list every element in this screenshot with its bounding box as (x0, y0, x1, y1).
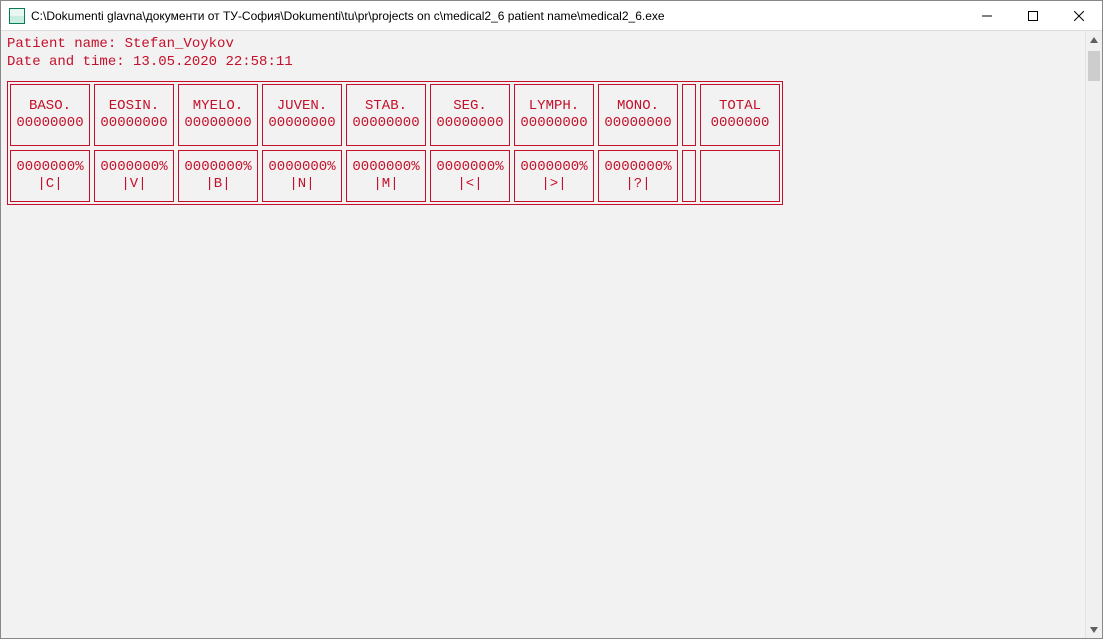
cell-label: JUVEN. (277, 98, 327, 116)
cell-count: 00000000 (604, 115, 671, 133)
cell-percent: 0000000% (604, 159, 671, 177)
datetime-label: Date and time: (7, 54, 133, 70)
cell-label: SEG. (453, 98, 487, 116)
cell-label: MYELO. (193, 98, 243, 116)
cell-percent: 0000000% (436, 159, 503, 177)
window-title: C:\Dokumenti glavna\документи от ТУ-Софи… (31, 9, 964, 23)
table-row-keys: 0000000%|C|0000000%|V|0000000%|B|0000000… (8, 148, 782, 204)
cell-baso: BASO.00000000 (10, 84, 90, 146)
cell-label: LYMPH. (529, 98, 579, 116)
spacer-cell (682, 150, 696, 202)
app-icon (9, 8, 25, 24)
cell-count: 00000000 (100, 115, 167, 133)
cell-percent: 0000000% (100, 159, 167, 177)
patient-label: Patient name: (7, 36, 125, 52)
cell-key: |>| (541, 176, 566, 194)
cell-key: |B| (205, 176, 230, 194)
keycell-eosin: 0000000%|V| (94, 150, 174, 202)
cell-percent: 0000000% (16, 159, 83, 177)
cell-eosin: EOSIN.00000000 (94, 84, 174, 146)
total-count: 0000000 (711, 115, 770, 133)
scroll-down-arrow[interactable] (1086, 621, 1102, 638)
cell-key: |N| (289, 176, 314, 194)
data-table: BASO.00000000EOSIN.00000000MYELO.0000000… (7, 81, 783, 205)
cell-lymph: LYMPH.00000000 (514, 84, 594, 146)
keycell-stab: 0000000%|M| (346, 150, 426, 202)
keycell-mono: 0000000%|?| (598, 150, 678, 202)
cell-key: |<| (457, 176, 482, 194)
cell-count: 00000000 (16, 115, 83, 133)
cell-label: STAB. (365, 98, 407, 116)
cell-count: 00000000 (352, 115, 419, 133)
maximize-button[interactable] (1010, 1, 1056, 30)
cell-mono: MONO.00000000 (598, 84, 678, 146)
minimize-button[interactable] (964, 1, 1010, 30)
datetime-line: Date and time: 13.05.2020 22:58:11 (7, 53, 1079, 71)
keycell-lymph: 0000000%|>| (514, 150, 594, 202)
spacer-cell (682, 84, 696, 146)
cell-total: TOTAL0000000 (700, 84, 780, 146)
cell-label: BASO. (29, 98, 71, 116)
close-button[interactable] (1056, 1, 1102, 30)
cell-percent: 0000000% (352, 159, 419, 177)
keycell-juven: 0000000%|N| (262, 150, 342, 202)
console-output: Patient name: Stefan_Voykov Date and tim… (1, 31, 1085, 638)
cell-count: 00000000 (184, 115, 251, 133)
cell-count: 00000000 (520, 115, 587, 133)
datetime-value: 13.05.2020 22:58:11 (133, 54, 293, 70)
cell-seg: SEG.00000000 (430, 84, 510, 146)
cell-count: 00000000 (268, 115, 335, 133)
cell-count: 00000000 (436, 115, 503, 133)
cell-stab: STAB.00000000 (346, 84, 426, 146)
client-area: Patient name: Stefan_Voykov Date and tim… (1, 31, 1102, 638)
cell-key: |V| (121, 176, 146, 194)
cell-myelo: MYELO.00000000 (178, 84, 258, 146)
table-row-header: BASO.00000000EOSIN.00000000MYELO.0000000… (8, 82, 782, 148)
keycell-myelo: 0000000%|B| (178, 150, 258, 202)
cell-key: |M| (373, 176, 398, 194)
total-label: TOTAL (719, 98, 761, 116)
scroll-thumb[interactable] (1088, 51, 1100, 81)
cell-label: EOSIN. (109, 98, 159, 116)
window-buttons (964, 1, 1102, 30)
cell-key: |?| (625, 176, 650, 194)
patient-name-value: Stefan_Voykov (125, 36, 234, 52)
patient-line: Patient name: Stefan_Voykov (7, 35, 1079, 53)
cell-total-empty (700, 150, 780, 202)
keycell-baso: 0000000%|C| (10, 150, 90, 202)
cell-label: MONO. (617, 98, 659, 116)
titlebar[interactable]: C:\Dokumenti glavna\документи от ТУ-Софи… (1, 1, 1102, 31)
cell-juven: JUVEN.00000000 (262, 84, 342, 146)
scroll-up-arrow[interactable] (1086, 31, 1102, 48)
vertical-scrollbar[interactable] (1085, 31, 1102, 638)
cell-percent: 0000000% (268, 159, 335, 177)
cell-percent: 0000000% (520, 159, 587, 177)
keycell-seg: 0000000%|<| (430, 150, 510, 202)
cell-key: |C| (37, 176, 62, 194)
cell-percent: 0000000% (184, 159, 251, 177)
